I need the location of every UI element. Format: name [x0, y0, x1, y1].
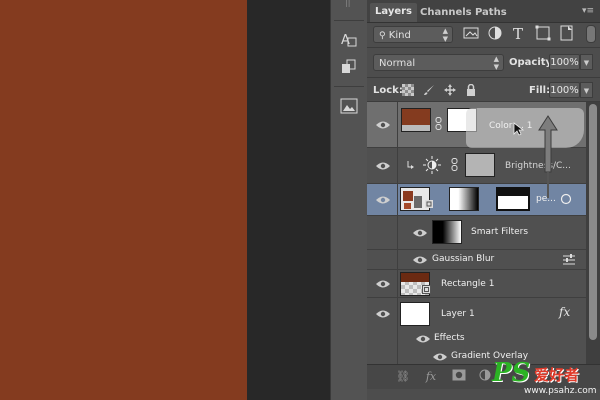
thumb-detail [414, 196, 422, 208]
grip-icon[interactable]: || [345, 0, 353, 7]
visibility-column [367, 348, 398, 364]
layer-name[interactable]: Effects [434, 333, 465, 343]
filter-kind-label: Kind [388, 30, 411, 41]
type-filter-icon[interactable]: T [511, 25, 527, 41]
visibility-column [367, 330, 398, 348]
scrollbar-thumb[interactable] [589, 104, 597, 340]
layer-name[interactable]: Smart Filters [471, 227, 528, 237]
document-canvas[interactable] [0, 0, 247, 400]
layer-name[interactable]: Rectangle 1 [441, 279, 494, 289]
opacity-input[interactable]: 100% [549, 54, 580, 70]
image-panel-icon[interactable] [337, 95, 361, 117]
layer-name[interactable]: Gaussian Blur [432, 254, 494, 264]
smart-object-badge-icon [425, 200, 433, 208]
layers-list: Color ... 1 Brightness/C... pe... Smart … [367, 102, 586, 364]
link-chain-icon[interactable] [451, 158, 458, 171]
layer-name[interactable]: Layer 1 [441, 309, 475, 319]
layer-name[interactable]: Color ... 1 [489, 121, 533, 131]
collapsed-panel-strip: || A [330, 0, 368, 400]
fill-indicator [402, 125, 430, 131]
layers-scrollbar[interactable] [586, 102, 600, 364]
divider [334, 20, 364, 21]
shape-badge-icon [422, 285, 431, 294]
adjustment-filter-icon[interactable] [487, 25, 503, 41]
lock-label: Lock: [373, 85, 403, 96]
mask-icon[interactable] [451, 369, 467, 385]
lock-transparent-icon[interactable] [402, 84, 414, 96]
divider [334, 86, 364, 87]
visibility-eye-icon[interactable] [376, 161, 390, 171]
watermark-url: www.psahz.com [524, 386, 597, 396]
filter-toggle[interactable] [586, 25, 596, 43]
visibility-eye-icon[interactable] [376, 195, 390, 205]
paragraph-panel-icon[interactable] [337, 56, 361, 78]
cursor-arrow-icon [513, 122, 525, 136]
image-filter-icon[interactable] [463, 25, 479, 41]
watermark-ps: PS [492, 358, 531, 388]
layer-mask-thumbnail[interactable] [465, 153, 495, 177]
layer-row-rectangle-1[interactable]: Rectangle 1 [367, 270, 586, 298]
visibility-column [367, 216, 398, 249]
fill-dropdown-icon[interactable]: ▼ [580, 82, 593, 98]
visibility-column [367, 250, 398, 269]
shape-filter-icon[interactable] [535, 25, 551, 41]
layer-thumbnail [401, 108, 431, 132]
chevron-updown-icon: ▲ ▼ [493, 55, 499, 71]
fx-icon[interactable]: fx [423, 369, 439, 385]
divider [367, 47, 600, 48]
watermark-cn: 爱好者 [534, 366, 580, 384]
blend-mode-select[interactable]: Normal ▲ ▼ [373, 54, 504, 71]
fx-badge[interactable]: fx [559, 305, 570, 319]
visibility-eye-icon[interactable] [433, 352, 447, 362]
tab-layers[interactable]: Layers [370, 3, 417, 22]
filter-mask-thumbnail[interactable] [432, 220, 462, 244]
brightness-adjustment-icon [423, 156, 441, 174]
divider [367, 77, 600, 78]
opacity-dropdown-icon[interactable]: ▼ [580, 54, 593, 70]
layer-row-gaussian-blur[interactable]: Gaussian Blur [367, 250, 586, 270]
visibility-eye-icon[interactable] [416, 334, 430, 344]
link-chain-icon[interactable] [435, 117, 442, 130]
watermark-logo: PS 爱好者 www.psahz.com [490, 356, 600, 400]
blend-mode-label: Normal [379, 58, 416, 69]
smart-object-filter-icon[interactable] [559, 25, 575, 41]
lock-brush-icon[interactable] [423, 84, 435, 96]
visibility-eye-icon[interactable] [413, 228, 427, 238]
visibility-eye-icon[interactable] [376, 279, 390, 289]
visibility-eye-icon[interactable] [376, 309, 390, 319]
clip-arrow-icon [407, 161, 414, 169]
filter-options-icon[interactable] [560, 193, 572, 205]
layer-row-smart-filters[interactable]: Smart Filters [367, 216, 586, 250]
mask-detail [498, 189, 528, 196]
thumb-detail [404, 203, 411, 209]
filter-mask-thumbnail[interactable] [449, 187, 479, 211]
layer-mask-thumbnail[interactable] [496, 187, 530, 211]
panel-tabbar: Layers Channels Paths ▾≡ [367, 0, 600, 23]
layer-row-effects[interactable]: Effects [367, 330, 586, 348]
visibility-eye-icon[interactable] [413, 255, 427, 265]
pasteboard [247, 0, 330, 400]
thumb-detail [401, 273, 429, 282]
tab-paths[interactable]: Paths [470, 4, 512, 22]
chevron-updown-icon: ▲ ▼ [442, 27, 448, 43]
panel-menu-icon[interactable]: ▾≡ [582, 6, 594, 16]
thumb-detail [403, 191, 413, 201]
blending-options-icon[interactable] [563, 254, 575, 265]
tab-channels[interactable]: Channels [415, 4, 477, 22]
lock-all-icon[interactable] [465, 84, 477, 96]
lock-move-icon[interactable] [444, 84, 456, 96]
svg-text:T: T [513, 25, 523, 41]
character-panel-icon[interactable]: A [337, 29, 361, 51]
visibility-eye-icon[interactable] [376, 120, 390, 130]
drag-arrow-icon [538, 115, 558, 198]
layer-thumbnail [400, 302, 430, 326]
fill-input[interactable]: 100% [549, 82, 580, 98]
layers-panel: Layers Channels Paths ▾≡ ⚲ Kind ▲ ▼ T Nor… [367, 0, 600, 400]
filter-kind-select[interactable]: ⚲ Kind ▲ ▼ [373, 26, 453, 43]
link-icon[interactable]: ⛓ [395, 369, 411, 385]
layer-row-layer-1[interactable]: Layer 1 fx [367, 298, 586, 330]
search-icon: ⚲ [379, 31, 386, 41]
fill-label: Fill: [529, 85, 551, 96]
